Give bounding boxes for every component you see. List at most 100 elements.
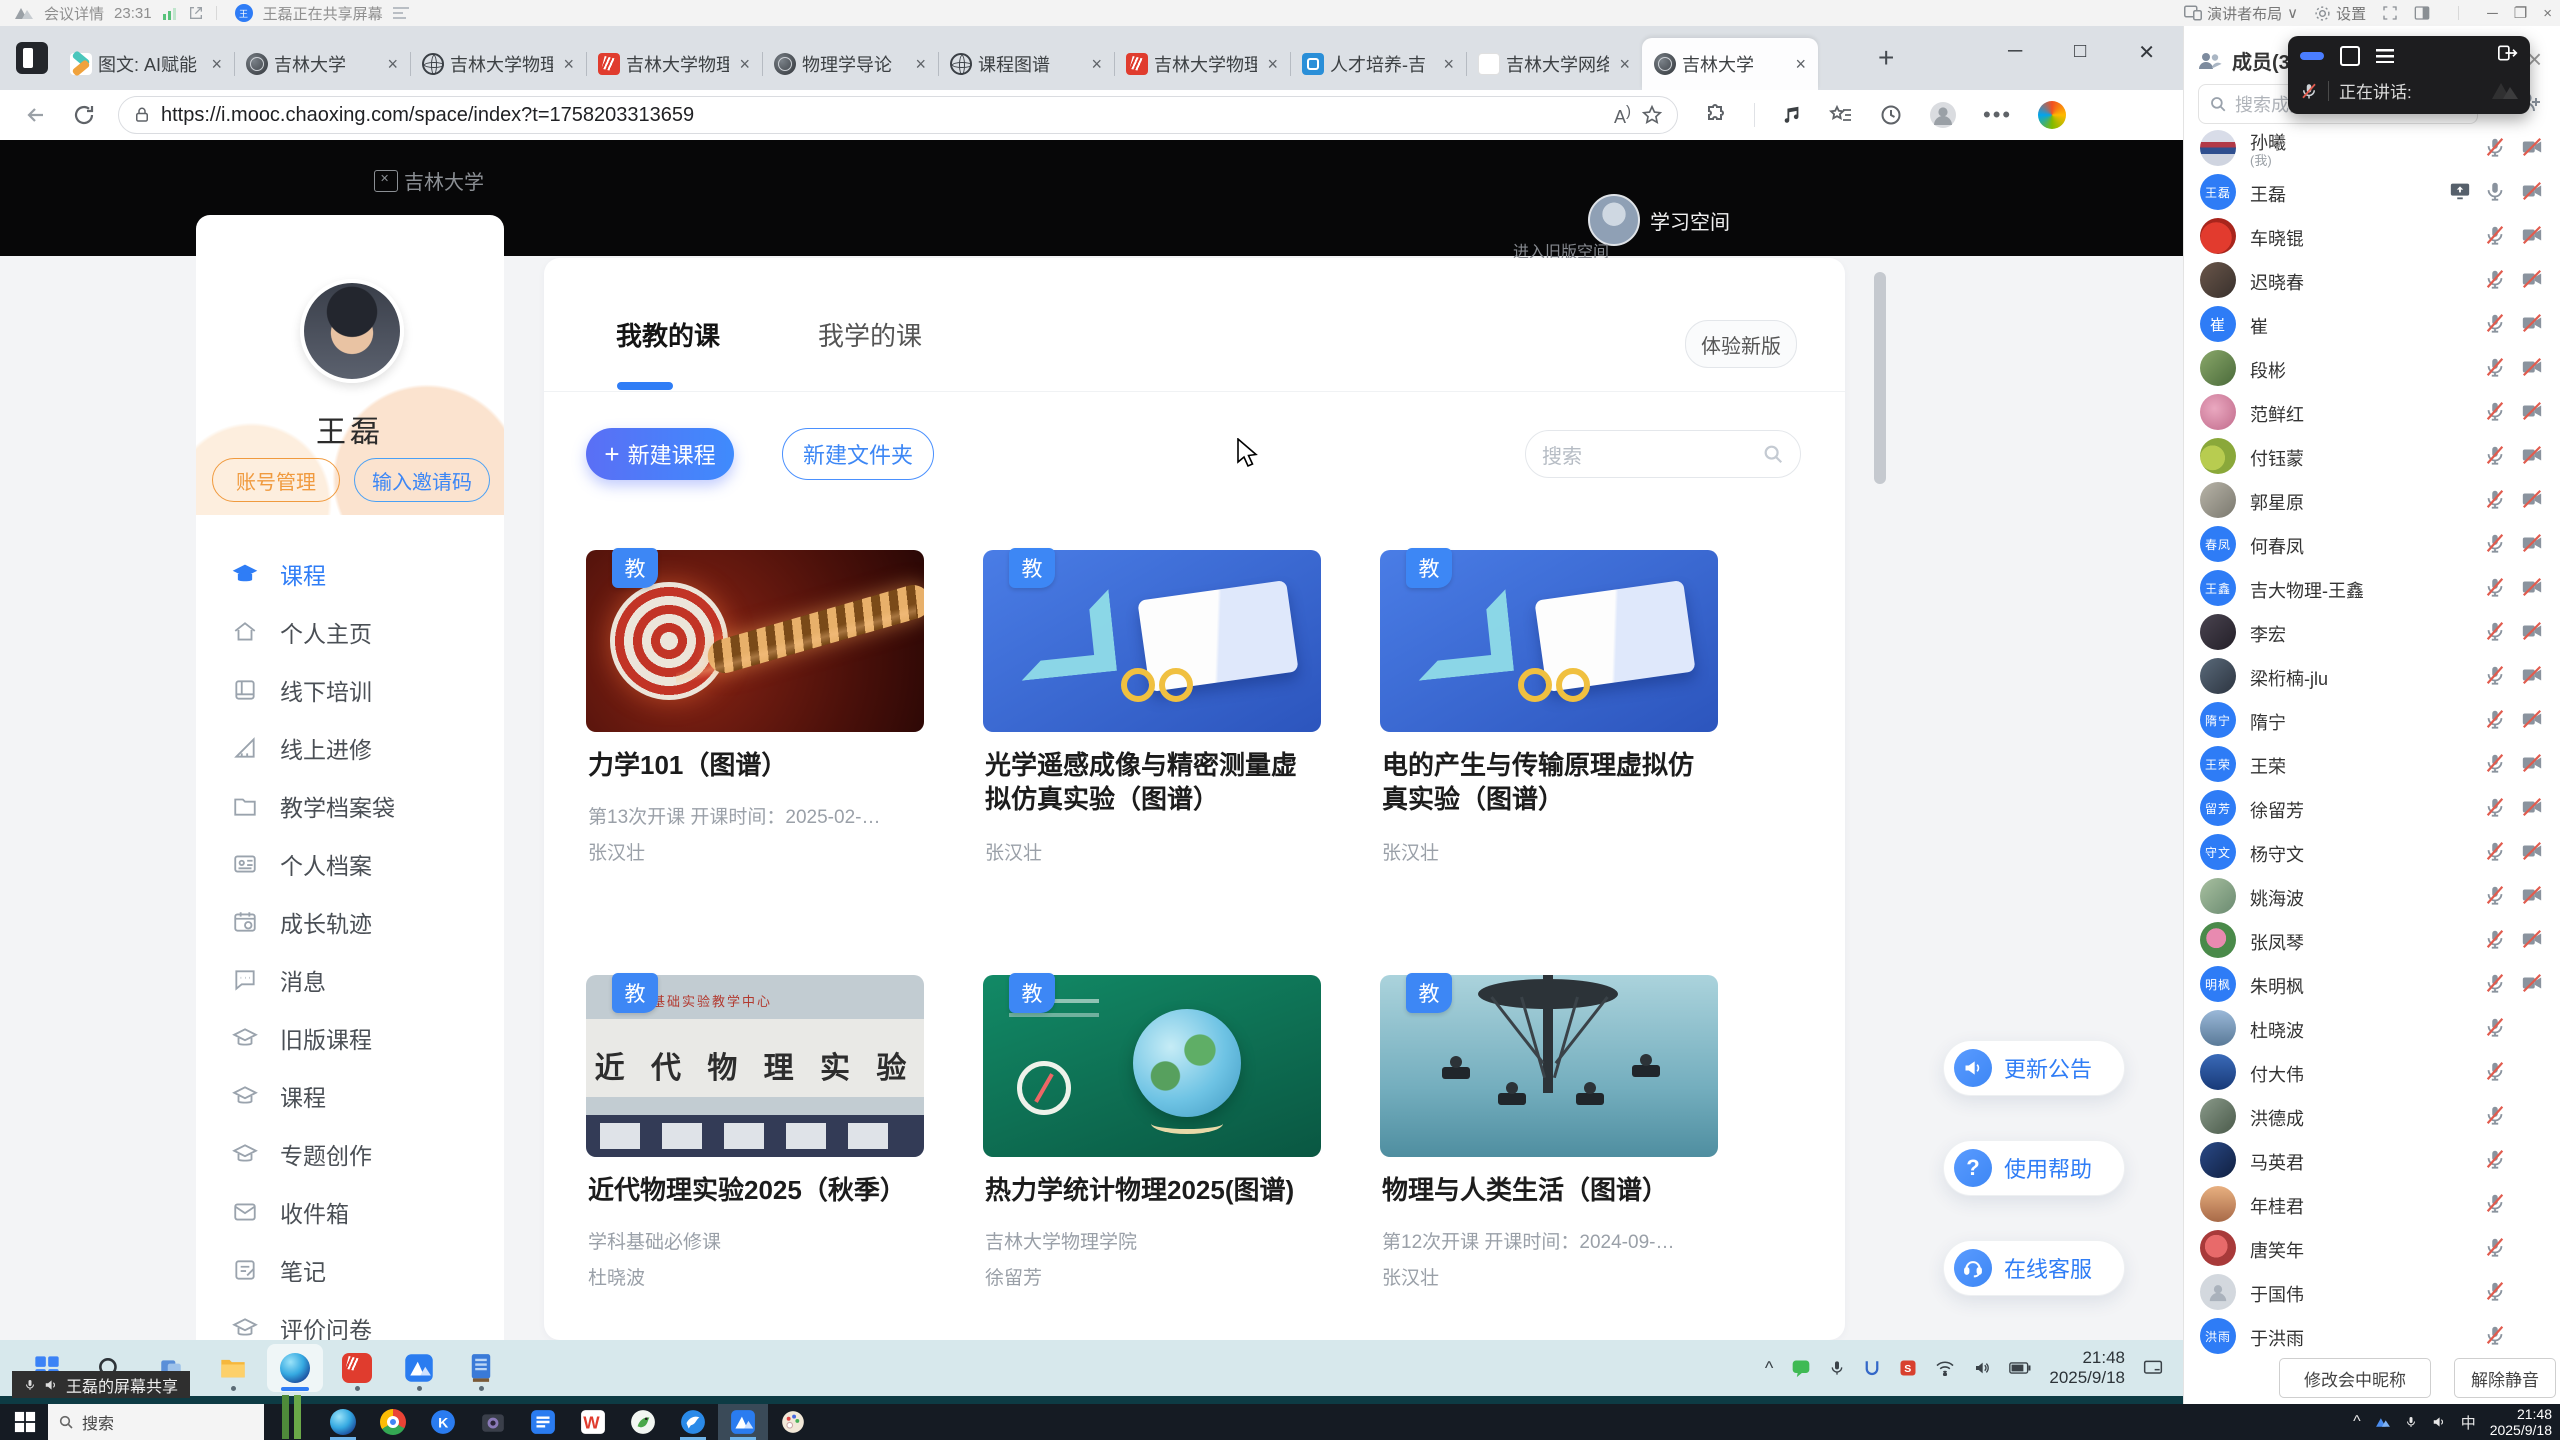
floating-megaphone-button[interactable]: 更新公告 xyxy=(1943,1040,2125,1096)
member-row[interactable]: 留芳徐留芳 xyxy=(2184,786,2560,830)
window-overlay-icon[interactable] xyxy=(2340,46,2360,66)
profile-photo[interactable] xyxy=(300,279,404,383)
invite-code-button[interactable]: 输入邀请码 xyxy=(354,458,490,502)
member-row[interactable]: 段彬 xyxy=(2184,346,2560,390)
camera-off-icon[interactable] xyxy=(2520,620,2544,644)
member-row[interactable]: 李宏 xyxy=(2184,610,2560,654)
history-icon[interactable] xyxy=(1879,103,1903,127)
tab-close-icon[interactable]: × xyxy=(559,54,578,75)
mic-off-icon[interactable] xyxy=(2484,444,2508,468)
member-row[interactable]: 孙曦(我) xyxy=(2184,126,2560,170)
browser-minimize-button[interactable]: ─ xyxy=(2008,40,2022,65)
minimize-overlay-icon[interactable] xyxy=(2300,52,2324,60)
member-row[interactable]: 明枫朱明枫 xyxy=(2184,962,2560,1006)
tab-stack-icon[interactable] xyxy=(16,42,48,74)
ime-indicator[interactable]: 中 xyxy=(2461,1412,2476,1433)
mic-on-icon[interactable] xyxy=(2484,180,2508,204)
sidebar-item-收件箱[interactable]: 收件箱 xyxy=(196,1183,504,1241)
mic-off-icon[interactable] xyxy=(2484,708,2508,732)
mic-off-icon[interactable] xyxy=(2484,136,2508,160)
taskbar-app-paint[interactable] xyxy=(768,1404,818,1440)
mic-off-icon[interactable] xyxy=(2484,224,2508,248)
course-card[interactable]: 教热力学统计物理2025(图谱)吉林大学物理学院徐留芳 xyxy=(983,975,1321,1325)
layout-button[interactable]: 演讲者布局∨ xyxy=(2184,3,2298,24)
browser-tab[interactable]: 吉林大学网络× xyxy=(1466,38,1642,90)
browser-tab[interactable]: 吉林大学物理× xyxy=(1114,38,1290,90)
camera-off-icon[interactable] xyxy=(2520,400,2544,424)
mic-off-icon[interactable] xyxy=(2484,1148,2508,1172)
floating-help-button[interactable]: ?使用帮助 xyxy=(1943,1140,2125,1196)
mic-off-icon[interactable] xyxy=(2484,488,2508,512)
taskbar-app-camera[interactable] xyxy=(468,1404,518,1440)
sidebar-item-课程[interactable]: 课程 xyxy=(196,1067,504,1125)
camera-off-icon[interactable] xyxy=(2520,356,2544,380)
volume-tray-icon[interactable] xyxy=(2431,1415,2447,1429)
extensions-icon[interactable] xyxy=(1704,103,1728,127)
favorite-star-icon[interactable] xyxy=(1641,104,1663,126)
mic-off-icon[interactable] xyxy=(2484,1060,2508,1084)
sidebar-item-专题创作[interactable]: 专题创作 xyxy=(196,1125,504,1183)
taskbar-app-file-explorer[interactable] xyxy=(205,1344,261,1392)
course-card[interactable]: 教电的产生与传输原理虚拟仿真实验（图谱）张汉壮 xyxy=(1380,550,1718,900)
volume-icon[interactable] xyxy=(1973,1360,1991,1376)
mic-off-icon[interactable] xyxy=(2484,972,2508,996)
member-row[interactable]: 唐笑年 xyxy=(2184,1226,2560,1270)
camera-off-icon[interactable] xyxy=(2520,268,2544,292)
camera-off-icon[interactable] xyxy=(2520,136,2544,160)
sidebar-item-教学档案袋[interactable]: 教学档案袋 xyxy=(196,777,504,835)
side-panel-icon[interactable] xyxy=(2414,5,2430,21)
camera-off-icon[interactable] xyxy=(2520,884,2544,908)
sidebar-item-评价问卷[interactable]: 评价问卷 xyxy=(196,1299,504,1340)
member-row[interactable]: 梁桁楠-jlu xyxy=(2184,654,2560,698)
meeting-detail-link[interactable]: 会议详情 xyxy=(44,3,104,24)
browser-tab[interactable]: 课程图谱× xyxy=(938,38,1114,90)
share-list-icon[interactable] xyxy=(393,7,409,19)
member-row[interactable]: 付钰蒙 xyxy=(2184,434,2560,478)
mic-off-icon[interactable] xyxy=(2484,884,2508,908)
taskbar-search-input[interactable]: 搜索 xyxy=(48,1404,264,1440)
read-aloud-icon[interactable]: A) xyxy=(1614,103,1631,128)
camera-off-icon[interactable] xyxy=(2520,708,2544,732)
tab-close-icon[interactable]: × xyxy=(1791,54,1810,75)
wifi-icon[interactable] xyxy=(1935,1360,1955,1376)
sidebar-item-个人档案[interactable]: 个人档案 xyxy=(196,835,504,893)
favorites-list-icon[interactable] xyxy=(1829,103,1853,127)
tab-my-learning[interactable]: 我学的课 xyxy=(818,316,922,353)
tab-close-icon[interactable]: × xyxy=(207,54,226,75)
close-button[interactable]: × xyxy=(2543,5,2552,22)
mic-tray-icon[interactable] xyxy=(1829,1358,1845,1378)
tab-close-icon[interactable]: × xyxy=(735,54,754,75)
taskbar-app-edge[interactable] xyxy=(318,1404,368,1440)
course-title[interactable]: 物理与人类生活（图谱） xyxy=(1382,1173,1716,1207)
fullscreen-icon[interactable] xyxy=(2382,5,2398,21)
screen-share-icon[interactable] xyxy=(2448,180,2472,204)
course-card[interactable]: 物理基础实验教学中心近 代 物 理 实 验教近代物理实验2025（秋季）学科基础… xyxy=(586,975,924,1325)
taskbar-app-chaoxing[interactable] xyxy=(329,1344,385,1392)
mic-off-icon[interactable] xyxy=(2484,268,2508,292)
camera-off-icon[interactable] xyxy=(2520,752,2544,776)
member-row[interactable]: 洪雨于洪雨 xyxy=(2184,1314,2560,1358)
notification-icon[interactable] xyxy=(2143,1359,2163,1377)
member-row[interactable]: 守文杨守文 xyxy=(2184,830,2560,874)
unmute-button[interactable]: 解除静音 xyxy=(2454,1358,2556,1398)
sidebar-item-个人主页[interactable]: 个人主页 xyxy=(196,603,504,661)
mic-off-icon[interactable] xyxy=(2484,752,2508,776)
course-title[interactable]: 热力学统计物理2025(图谱) xyxy=(985,1173,1319,1207)
taskbar-app-keep[interactable]: K xyxy=(418,1404,468,1440)
member-row[interactable]: 王荣王荣 xyxy=(2184,742,2560,786)
camera-off-icon[interactable] xyxy=(2520,444,2544,468)
mic-off-icon[interactable] xyxy=(2484,532,2508,556)
member-row[interactable]: 郭星原 xyxy=(2184,478,2560,522)
camera-off-icon[interactable] xyxy=(2520,488,2544,512)
mic-off-icon[interactable] xyxy=(2484,1236,2508,1260)
browser-close-button[interactable]: ✕ xyxy=(2138,40,2155,65)
refresh-button[interactable] xyxy=(72,103,96,127)
member-row[interactable]: 杜晓波 xyxy=(2184,1006,2560,1050)
more-menu-icon[interactable]: ••• xyxy=(1983,102,2012,128)
try-new-version-button[interactable]: 体验新版 xyxy=(1685,320,1797,368)
member-row[interactable]: 付大伟 xyxy=(2184,1050,2560,1094)
taskbar-app-notes-app[interactable] xyxy=(453,1344,509,1392)
battery-icon[interactable] xyxy=(2009,1361,2031,1375)
camera-off-icon[interactable] xyxy=(2520,972,2544,996)
taskbar-app-meeting[interactable] xyxy=(718,1404,768,1440)
